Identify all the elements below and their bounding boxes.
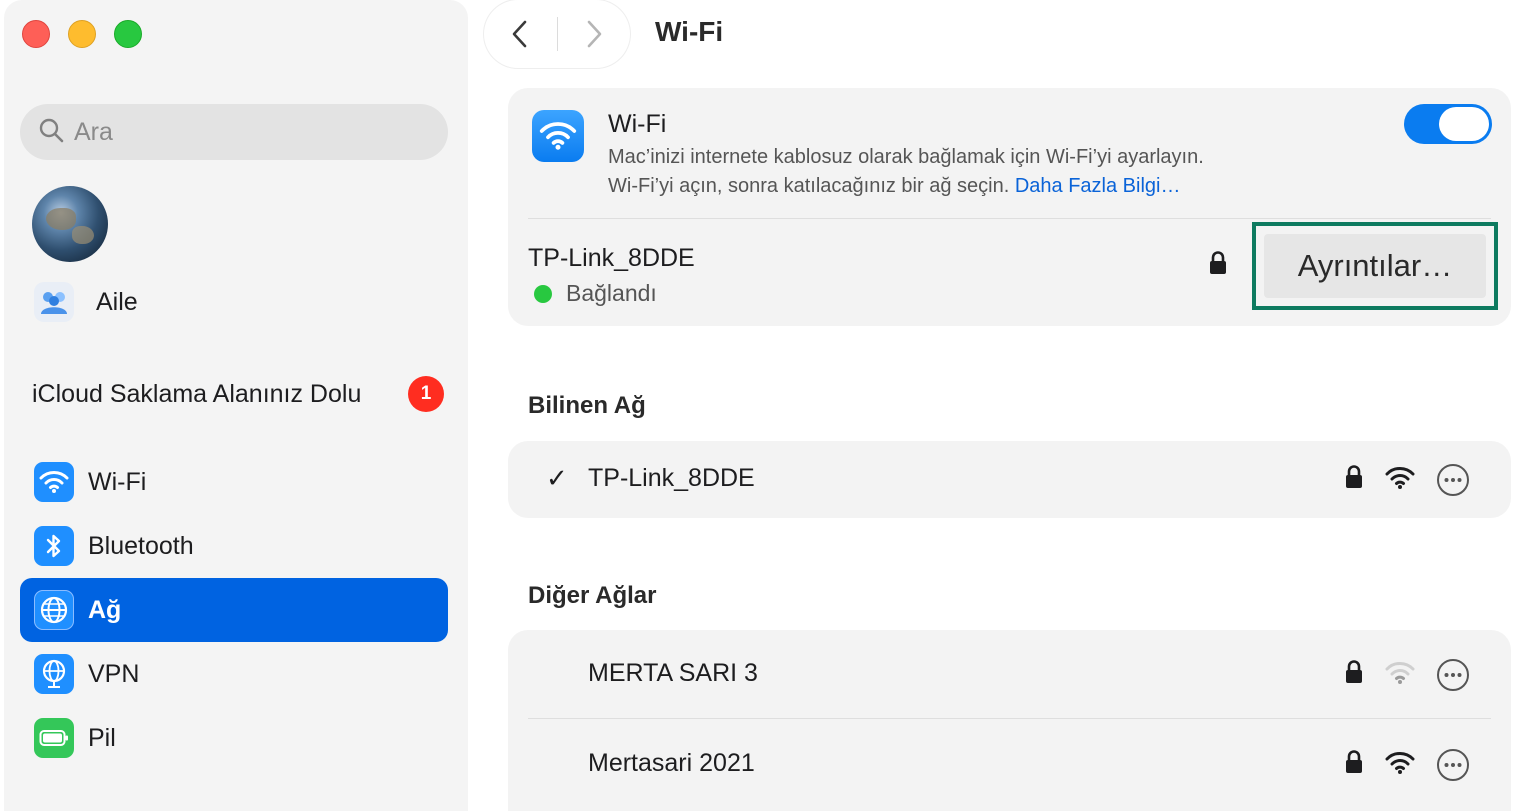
more-options-icon[interactable]: [1436, 658, 1470, 697]
chevron-right-icon: [587, 20, 602, 48]
sidebar-item-label: VPN: [88, 659, 140, 688]
connection-status: Bağlandı: [534, 280, 657, 307]
page-title: Wi-Fi: [655, 16, 724, 47]
lock-icon: [1208, 250, 1228, 281]
details-button[interactable]: Ayrıntılar…: [1264, 234, 1486, 298]
network-row[interactable]: Mertasari 2021: [508, 726, 1511, 803]
sidebar-item-label: Bluetooth: [88, 531, 194, 560]
minimize-window-button[interactable]: [68, 20, 96, 48]
bluetooth-icon: [34, 526, 74, 566]
known-networks-list: ✓ TP-Link_8DDE: [508, 441, 1511, 518]
wifi-icon: [34, 462, 74, 502]
icloud-storage-label: iCloud Saklama Alanınız Dolu: [32, 379, 362, 408]
close-window-button[interactable]: [22, 20, 50, 48]
wifi-settings-card: Wi-Fi Mac’inizi internete kablosuz olara…: [508, 88, 1511, 326]
other-networks-heading: Diğer Ağlar: [528, 582, 657, 609]
family-icon: [34, 282, 74, 322]
wifi-icon: [532, 110, 584, 162]
sidebar-item-battery[interactable]: Pil: [20, 706, 448, 770]
sidebar-item-label: Ağ: [88, 595, 122, 624]
search-field[interactable]: Ara: [20, 104, 448, 160]
search-icon: [38, 117, 64, 148]
toggle-knob: [1439, 107, 1489, 141]
wifi-signal-weak-icon: [1384, 661, 1416, 690]
sidebar-item-wifi[interactable]: Wi-Fi: [20, 450, 448, 514]
sidebar-item-label: Pil: [88, 723, 116, 752]
globe-icon: [34, 590, 74, 630]
wifi-title: Wi-Fi: [608, 110, 667, 138]
network-name: TP-Link_8DDE: [588, 464, 755, 492]
back-button[interactable]: [484, 0, 557, 68]
network-row[interactable]: MERTA SARI 3: [508, 636, 1511, 713]
wifi-toggle[interactable]: [1404, 104, 1492, 144]
other-networks-list: MERTA SARI 3 Mertasari 2021: [508, 630, 1511, 811]
notification-badge: 1: [408, 376, 444, 412]
connection-status-label: Bağlandı: [566, 280, 657, 306]
sidebar-item-bluetooth[interactable]: Bluetooth: [20, 514, 448, 578]
wifi-description: Mac’inizi internete kablosuz olarak bağl…: [608, 146, 1204, 168]
sidebar: Ara Aile iCloud Saklama Alanınız Dolu 1 …: [4, 0, 468, 811]
wifi-description-2: Wi-Fi’yi açın, sonra katılacağınız bir a…: [608, 175, 1180, 198]
icloud-storage-alert[interactable]: iCloud Saklama Alanınız Dolu 1: [32, 376, 444, 412]
sidebar-item-network[interactable]: Ağ: [20, 578, 448, 642]
more-options-icon[interactable]: [1436, 748, 1470, 787]
learn-more-link[interactable]: Daha Fazla Bilgi…: [1015, 175, 1181, 197]
sidebar-item-family[interactable]: Aile: [34, 282, 138, 322]
checkmark-icon: ✓: [546, 463, 568, 493]
lock-icon: [1344, 749, 1364, 780]
connected-network-name: TP-Link_8DDE: [528, 244, 695, 272]
divider: [528, 218, 1491, 219]
lock-icon: [1344, 464, 1364, 495]
divider: [528, 718, 1491, 719]
chevron-left-icon: [512, 20, 527, 48]
known-networks-heading: Bilinen Ağ: [528, 392, 646, 419]
navigation-buttons: [484, 0, 630, 68]
user-avatar[interactable]: [32, 186, 108, 262]
network-name: MERTA SARI 3: [588, 659, 758, 687]
lock-icon: [1344, 659, 1364, 690]
zoom-window-button[interactable]: [114, 20, 142, 48]
sidebar-item-vpn[interactable]: VPN: [20, 642, 448, 706]
vpn-globe-icon: [34, 654, 74, 694]
forward-button[interactable]: [558, 0, 631, 68]
wifi-signal-icon: [1384, 466, 1416, 495]
more-options-icon[interactable]: [1436, 463, 1470, 502]
network-name: Mertasari 2021: [588, 749, 755, 777]
battery-icon: [34, 718, 74, 758]
search-placeholder: Ara: [74, 117, 113, 146]
network-row[interactable]: ✓ TP-Link_8DDE: [508, 441, 1511, 518]
sidebar-item-label: Wi-Fi: [88, 467, 147, 496]
wifi-signal-icon: [1384, 751, 1416, 780]
status-dot-icon: [534, 284, 552, 303]
wifi-description-text: Wi-Fi’yi açın, sonra katılacağınız bir a…: [608, 175, 1010, 197]
details-highlight: Ayrıntılar…: [1252, 222, 1498, 310]
family-label: Aile: [96, 287, 138, 316]
